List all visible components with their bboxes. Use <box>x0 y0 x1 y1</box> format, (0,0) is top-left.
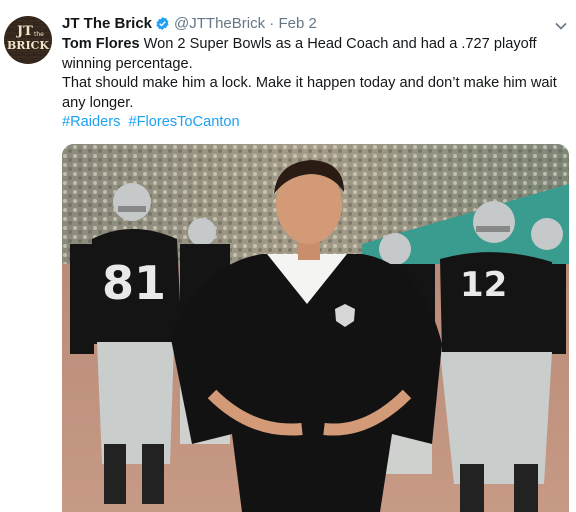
tweet-timestamp[interactable]: Feb 2 <box>278 15 316 32</box>
avatar-text-the: the <box>34 31 44 38</box>
tweet-header: JT The Brick @JTTheBrick · Feb 2 <box>62 14 552 34</box>
jersey-number-12: 12 <box>460 265 507 305</box>
avatar-text-jt: JT <box>16 24 33 39</box>
jersey-number-81: 81 <box>102 256 166 310</box>
tweet-text: Tom Flores Won 2 Super Bowls as a Head C… <box>62 35 567 133</box>
tweet-text-paragraph-1: Tom Flores Won 2 Super Bowls as a Head C… <box>62 35 567 74</box>
avatar-text-brick: BRICK <box>7 39 49 52</box>
separator-dot: · <box>269 15 275 32</box>
tweet-photo[interactable]: 81 12 <box>62 144 569 512</box>
author-handle[interactable]: @JTTheBrick <box>174 15 265 32</box>
hashtag-florestocanton[interactable]: #FloresToCanton <box>128 114 239 130</box>
hashtag-list: #Raiders #FloresToCanton <box>62 113 567 133</box>
chevron-down-icon[interactable] <box>554 18 568 36</box>
tweet-card[interactable]: JT the BRICK JT The Brick @JTTheBrick · F… <box>0 0 576 512</box>
tweet-bold-name: Tom Flores <box>62 36 140 52</box>
avatar[interactable]: JT the BRICK <box>4 16 52 64</box>
verified-badge-icon <box>155 16 170 37</box>
tweet-text-paragraph-2: That should make him a lock. Make it hap… <box>62 75 557 111</box>
hashtag-raiders[interactable]: #Raiders <box>62 114 120 130</box>
author-name[interactable]: JT The Brick <box>62 15 152 32</box>
